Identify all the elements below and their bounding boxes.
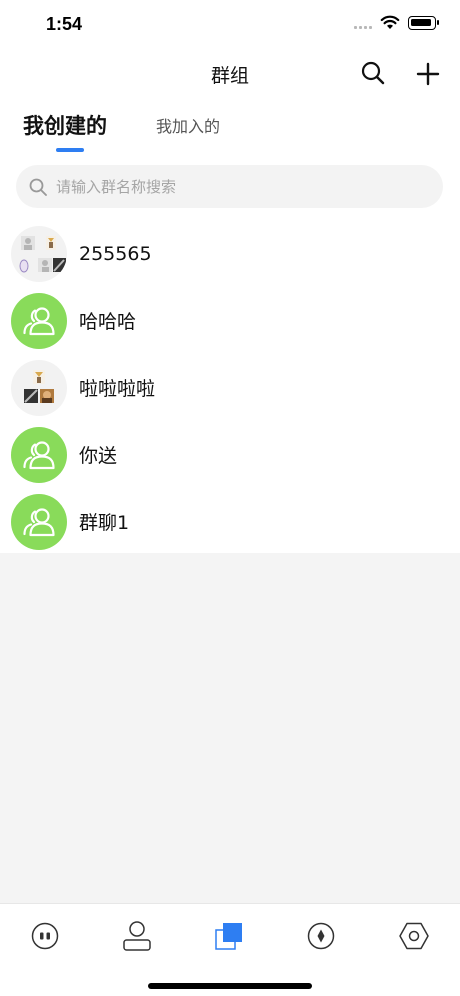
avatar (11, 225, 67, 282)
tab-messages[interactable] (25, 916, 65, 956)
discover-compass-icon (307, 922, 335, 950)
group-people-icon (23, 306, 55, 335)
avatar (11, 359, 67, 416)
status-icons (354, 15, 439, 30)
group-name: 255565 (79, 242, 152, 265)
photo-collage-icon (19, 235, 66, 272)
search-icon[interactable] (360, 60, 386, 86)
wifi-icon (380, 15, 400, 29)
bottom-nav (0, 903, 460, 996)
page-title: 群组 (210, 65, 249, 87)
search-placeholder: 请输入群名称搜索 (56, 178, 177, 196)
add-icon[interactable] (416, 62, 440, 86)
list-item[interactable]: 哈哈哈 (0, 287, 460, 354)
avatar (11, 426, 67, 483)
list-item[interactable]: 255565 (0, 220, 460, 287)
tab-created[interactable]: 我创建的 (23, 110, 107, 140)
tab-groups[interactable] (209, 916, 249, 956)
tab-settings[interactable] (394, 916, 434, 956)
group-people-icon (23, 507, 55, 536)
search-input[interactable]: 请输入群名称搜索 (16, 165, 443, 208)
list-item[interactable]: 啦啦啦啦 (0, 354, 460, 421)
group-name: 啦啦啦啦 (79, 378, 156, 400)
list-item[interactable]: 群聊1 (0, 488, 460, 555)
settings-hexagon-icon (399, 922, 429, 950)
group-name: 哈哈哈 (79, 311, 137, 333)
avatar (11, 493, 67, 550)
battery-icon (408, 15, 439, 30)
tab-contacts[interactable] (117, 916, 157, 956)
group-name: 你送 (79, 445, 118, 467)
groups-squares-icon (215, 923, 242, 950)
status-time: 1:54 (46, 14, 83, 34)
avatar (11, 292, 67, 349)
home-indicator (148, 983, 312, 989)
message-bubble-icon (31, 922, 59, 950)
group-list: 255565 哈哈哈 啦啦啦啦 你送 群聊1 (0, 220, 460, 555)
tab-joined[interactable]: 我加入的 (156, 113, 220, 137)
active-tab-indicator (56, 148, 84, 152)
group-people-icon (23, 440, 55, 469)
tab-discover[interactable] (301, 916, 341, 956)
list-item[interactable]: 你送 (0, 421, 460, 488)
search-icon (29, 178, 47, 196)
status-bar: 1:54 (0, 0, 460, 50)
photo-collage-icon (24, 369, 54, 403)
signal-icon (354, 17, 372, 29)
group-name: 群聊1 (79, 512, 130, 534)
contacts-person-icon (123, 921, 151, 951)
